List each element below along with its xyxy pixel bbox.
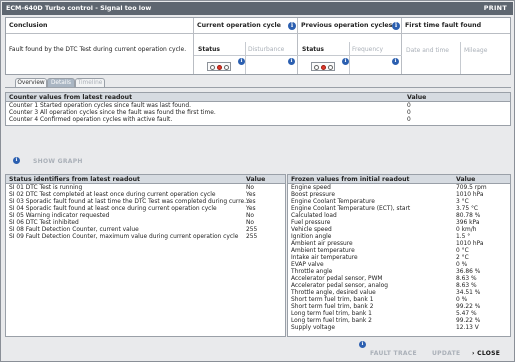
column-header: Value: [407, 94, 427, 101]
status-identifiers-table: Status identifiers from latest readout V…: [5, 174, 286, 337]
frozen-values-table: Frozen values from initial readout Value…: [287, 174, 511, 337]
lamp-indicator-active: [217, 64, 222, 70]
row-label: SI 09 Fault Detection Counter, maximum v…: [9, 234, 239, 240]
info-icon[interactable]: i: [288, 22, 296, 30]
mileage-label: Mileage: [464, 47, 488, 54]
lamp-indicator-active: [321, 64, 326, 70]
previous-status-label: Status: [302, 46, 324, 53]
table-row: SI 09 Fault Detection Counter, maximum v…: [6, 234, 285, 241]
title-bar: ECM-640D Turbo control - Signal too low …: [2, 2, 513, 15]
column-header: Frozen values from initial readout: [291, 176, 410, 183]
tab-overview[interactable]: Overview: [15, 78, 47, 87]
counter-values-table: Counter values from latest readout Value…: [5, 92, 511, 126]
column-header: Status identifiers from latest readout: [9, 176, 140, 183]
update-button[interactable]: UPDATE: [432, 350, 460, 357]
info-icon[interactable]: i: [392, 22, 400, 30]
table-header: Status identifiers from latest readout V…: [6, 175, 285, 184]
table-row: Supply voltage 12.13 V: [288, 325, 510, 332]
row-value: 255: [246, 234, 258, 240]
divider: [194, 55, 298, 56]
divider: [6, 33, 193, 34]
chevron-down-icon: i: [13, 157, 20, 164]
conclusion-section: Conclusion Fault found by the DTC Test d…: [6, 18, 194, 74]
footer-actions: FAULT TRACE UPDATE › CLOSE: [370, 350, 510, 360]
conclusion-text: Fault found by the DTC Test during curre…: [9, 46, 187, 53]
lamp-indicator: [224, 64, 229, 70]
previous-frequency-label: Frequency: [352, 46, 383, 53]
previous-cycles-title: Previous operation cycles: [301, 22, 393, 29]
dtc-window: ECM-640D Turbo control - Signal too low …: [0, 0, 515, 362]
table-header: Frozen values from initial readout Value: [288, 175, 510, 184]
column-header: Value: [456, 176, 476, 183]
show-graph-label: SHOW GRAPH: [33, 158, 83, 165]
column-header: Counter values from latest readout: [9, 94, 133, 101]
divider: [402, 33, 510, 34]
divider: [298, 33, 401, 34]
close-button[interactable]: › CLOSE: [472, 350, 500, 357]
fault-trace-button[interactable]: FAULT TRACE: [370, 350, 417, 357]
chevron-down-icon[interactable]: i: [359, 341, 366, 348]
status-lamps: [207, 62, 231, 71]
lamp-indicator: [210, 64, 215, 70]
info-icon[interactable]: i: [392, 58, 399, 65]
divider: [194, 33, 297, 34]
row-value: 0: [407, 117, 411, 123]
print-button[interactable]: PRINT: [484, 2, 507, 15]
previous-cycles-section: Previous operation cycles i Status Frequ…: [298, 18, 402, 74]
table-row: Counter 4 Confirmed operation cycles wit…: [6, 117, 510, 124]
chevron-right-icon: ›: [472, 350, 475, 357]
divider: [298, 55, 402, 56]
current-cycle-title: Current operation cycle: [197, 22, 281, 29]
fault-summary-panel: Conclusion Fault found by the DTC Test d…: [5, 17, 511, 75]
info-icon[interactable]: i: [288, 58, 295, 65]
current-cycle-section: Current operation cycle i Status Disturb…: [194, 18, 298, 74]
divider: [349, 42, 350, 74]
conclusion-title: Conclusion: [9, 22, 48, 29]
column-header: Value: [246, 176, 266, 183]
table-header: Counter values from latest readout Value: [6, 93, 510, 102]
date-time-label: Date and time: [406, 47, 449, 54]
info-icon[interactable]: i: [238, 58, 245, 65]
tab-details[interactable]: Details: [47, 78, 75, 87]
tab-timeline[interactable]: Timeline: [75, 78, 105, 87]
divider: [245, 42, 246, 74]
lamp-indicator: [328, 64, 333, 70]
first-fault-title: First time fault found: [405, 22, 482, 29]
current-disturbance-label: Disturbance: [248, 46, 285, 53]
row-value: 12.13 V: [456, 325, 479, 331]
status-lamps: [311, 62, 335, 71]
current-status-label: Status: [198, 46, 220, 53]
window-title: ECM-640D Turbo control - Signal too low: [6, 4, 152, 12]
divider: [5, 87, 511, 88]
divider: [460, 42, 461, 74]
lamp-indicator: [314, 64, 319, 70]
close-label: CLOSE: [477, 350, 501, 357]
row-label: Supply voltage: [291, 325, 335, 331]
info-icon[interactable]: i: [342, 58, 349, 65]
first-fault-section: First time fault found Date and time Mil…: [402, 18, 510, 74]
row-label: Counter 4 Confirmed operation cycles wit…: [9, 117, 173, 123]
